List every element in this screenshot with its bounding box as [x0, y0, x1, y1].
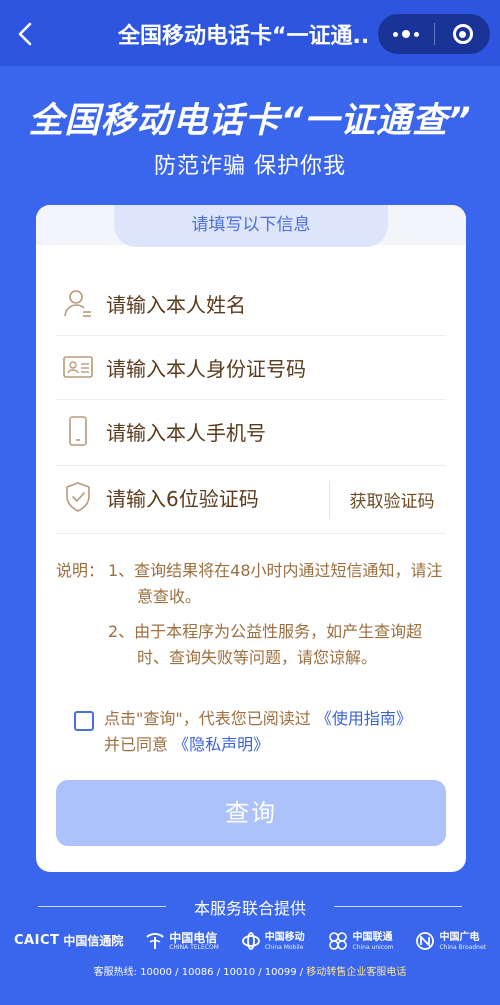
mobile-emblem-icon — [241, 932, 260, 950]
user-icon — [58, 283, 98, 323]
agreement-text-1: 点击"查询"，代表您已阅读过 — [104, 709, 311, 728]
notes-label: 说明： — [56, 561, 105, 580]
caict-abbr: CAICT — [14, 933, 60, 948]
phone-input[interactable]: 请输入本人手机号 — [54, 401, 448, 461]
field-divider — [56, 465, 446, 466]
mvno-hotline-link[interactable]: 移动转售企业客服电话 — [306, 967, 406, 978]
partner-logos: CAICT 中国信通院 中国电信 CHINA TELECOM 中国移动 Chin… — [14, 926, 486, 956]
note-2-line-1: 2、由于本程序为公益性服务，如产生查询超 — [108, 622, 423, 641]
unicom-name-cn: 中国联通 — [352, 931, 393, 943]
china-broadnet-logo: 中国广电 China Broadnet — [415, 931, 486, 951]
id-number-input[interactable]: 请输入本人身份证号码 — [54, 337, 448, 397]
name-input[interactable]: 请输入本人姓名 — [54, 273, 448, 333]
footer-line-right — [334, 906, 462, 907]
broadnet-name-cn: 中国广电 — [439, 931, 480, 943]
agreement-text-2: 并已同意 — [104, 735, 169, 754]
china-telecom-logo: 中国电信 CHINA TELECOM — [145, 931, 219, 951]
customer-hotline: 客服热线: 10000 / 10086 / 10010 / 10099 / 移动… — [0, 963, 500, 978]
broadnet-emblem-icon — [416, 932, 435, 950]
mobile-name-cn: 中国移动 — [264, 931, 305, 943]
mobile-name-en: China Mobile — [264, 943, 304, 951]
note-1-line-2: 意查收。 — [137, 587, 202, 606]
field-divider — [56, 335, 446, 336]
caict-name: 中国信通院 — [63, 934, 124, 948]
verification-code-input[interactable]: 请输入6位验证码 — [54, 467, 326, 527]
name-placeholder: 请输入本人姓名 — [106, 292, 246, 317]
hero-title: 全国移动电话卡“一证通查” — [28, 101, 472, 141]
hotline-numbers: 客服热线: 10000 / 10086 / 10010 / 10099 / — [93, 967, 304, 978]
agree-checkbox[interactable] — [74, 711, 94, 731]
telecom-name-en: CHINA TELECOM — [169, 943, 219, 951]
china-mobile-logo: 中国移动 China Mobile — [241, 931, 305, 951]
form-card: 请填写以下信息 请输入本人姓名 请输入本人身份证号码 请输入本人手机号 请输入6… — [36, 205, 466, 872]
hero-subtitle: 防范诈骗 保护你我 — [154, 154, 346, 179]
field-divider — [56, 399, 446, 400]
caict-logo: CAICT 中国信通院 — [14, 933, 124, 948]
more-dots-icon — [393, 30, 419, 38]
agreement-line-2: 并已同意 《隐私声明》 — [104, 731, 269, 759]
note-2-line-2: 时、查询失败等问题，请您谅解。 — [137, 648, 378, 667]
shield-check-icon — [58, 477, 98, 517]
back-arrow-icon[interactable] — [14, 20, 38, 48]
code-separator — [329, 481, 330, 519]
close-mini-program-button[interactable] — [435, 14, 490, 54]
china-unicom-logo: 中国联通 China unicom — [327, 931, 394, 951]
form-header: 请填写以下信息 — [114, 205, 388, 247]
phone-icon — [58, 411, 98, 451]
privacy-statement-link[interactable]: 《隐私声明》 — [173, 735, 269, 754]
provided-by-label: 本服务联合提供 — [193, 899, 306, 918]
get-code-button[interactable]: 获取验证码 — [332, 487, 452, 512]
mini-program-capsule — [378, 14, 490, 54]
top-navigation-bar: 全国移动电话卡“一证通... — [0, 0, 500, 66]
agreement-line-1: 点击"查询"，代表您已阅读过 《使用指南》 — [104, 705, 412, 733]
id-number-placeholder: 请输入本人身份证号码 — [106, 356, 306, 381]
broadnet-name-en: China Broadnet — [439, 943, 486, 951]
close-target-icon — [452, 24, 473, 44]
more-options-button[interactable] — [378, 14, 434, 54]
id-card-icon — [58, 347, 98, 387]
user-guide-link[interactable]: 《使用指南》 — [316, 709, 412, 728]
telecom-name-cn: 中国电信 — [169, 930, 218, 945]
nav-title: 全国移动电话卡“一证通... — [118, 24, 368, 49]
field-divider — [56, 533, 446, 534]
unicom-name-en: China unicom — [352, 943, 394, 951]
unicom-knot-icon — [328, 932, 347, 950]
verification-code-placeholder: 请输入6位验证码 — [106, 486, 259, 511]
note-1-line-1: 1、查询结果将在48小时内通过短信通知，请注 — [108, 561, 443, 580]
phone-placeholder: 请输入本人手机号 — [106, 420, 266, 445]
telecom-emblem-icon — [146, 933, 164, 949]
query-button[interactable]: 查询 — [56, 780, 446, 846]
